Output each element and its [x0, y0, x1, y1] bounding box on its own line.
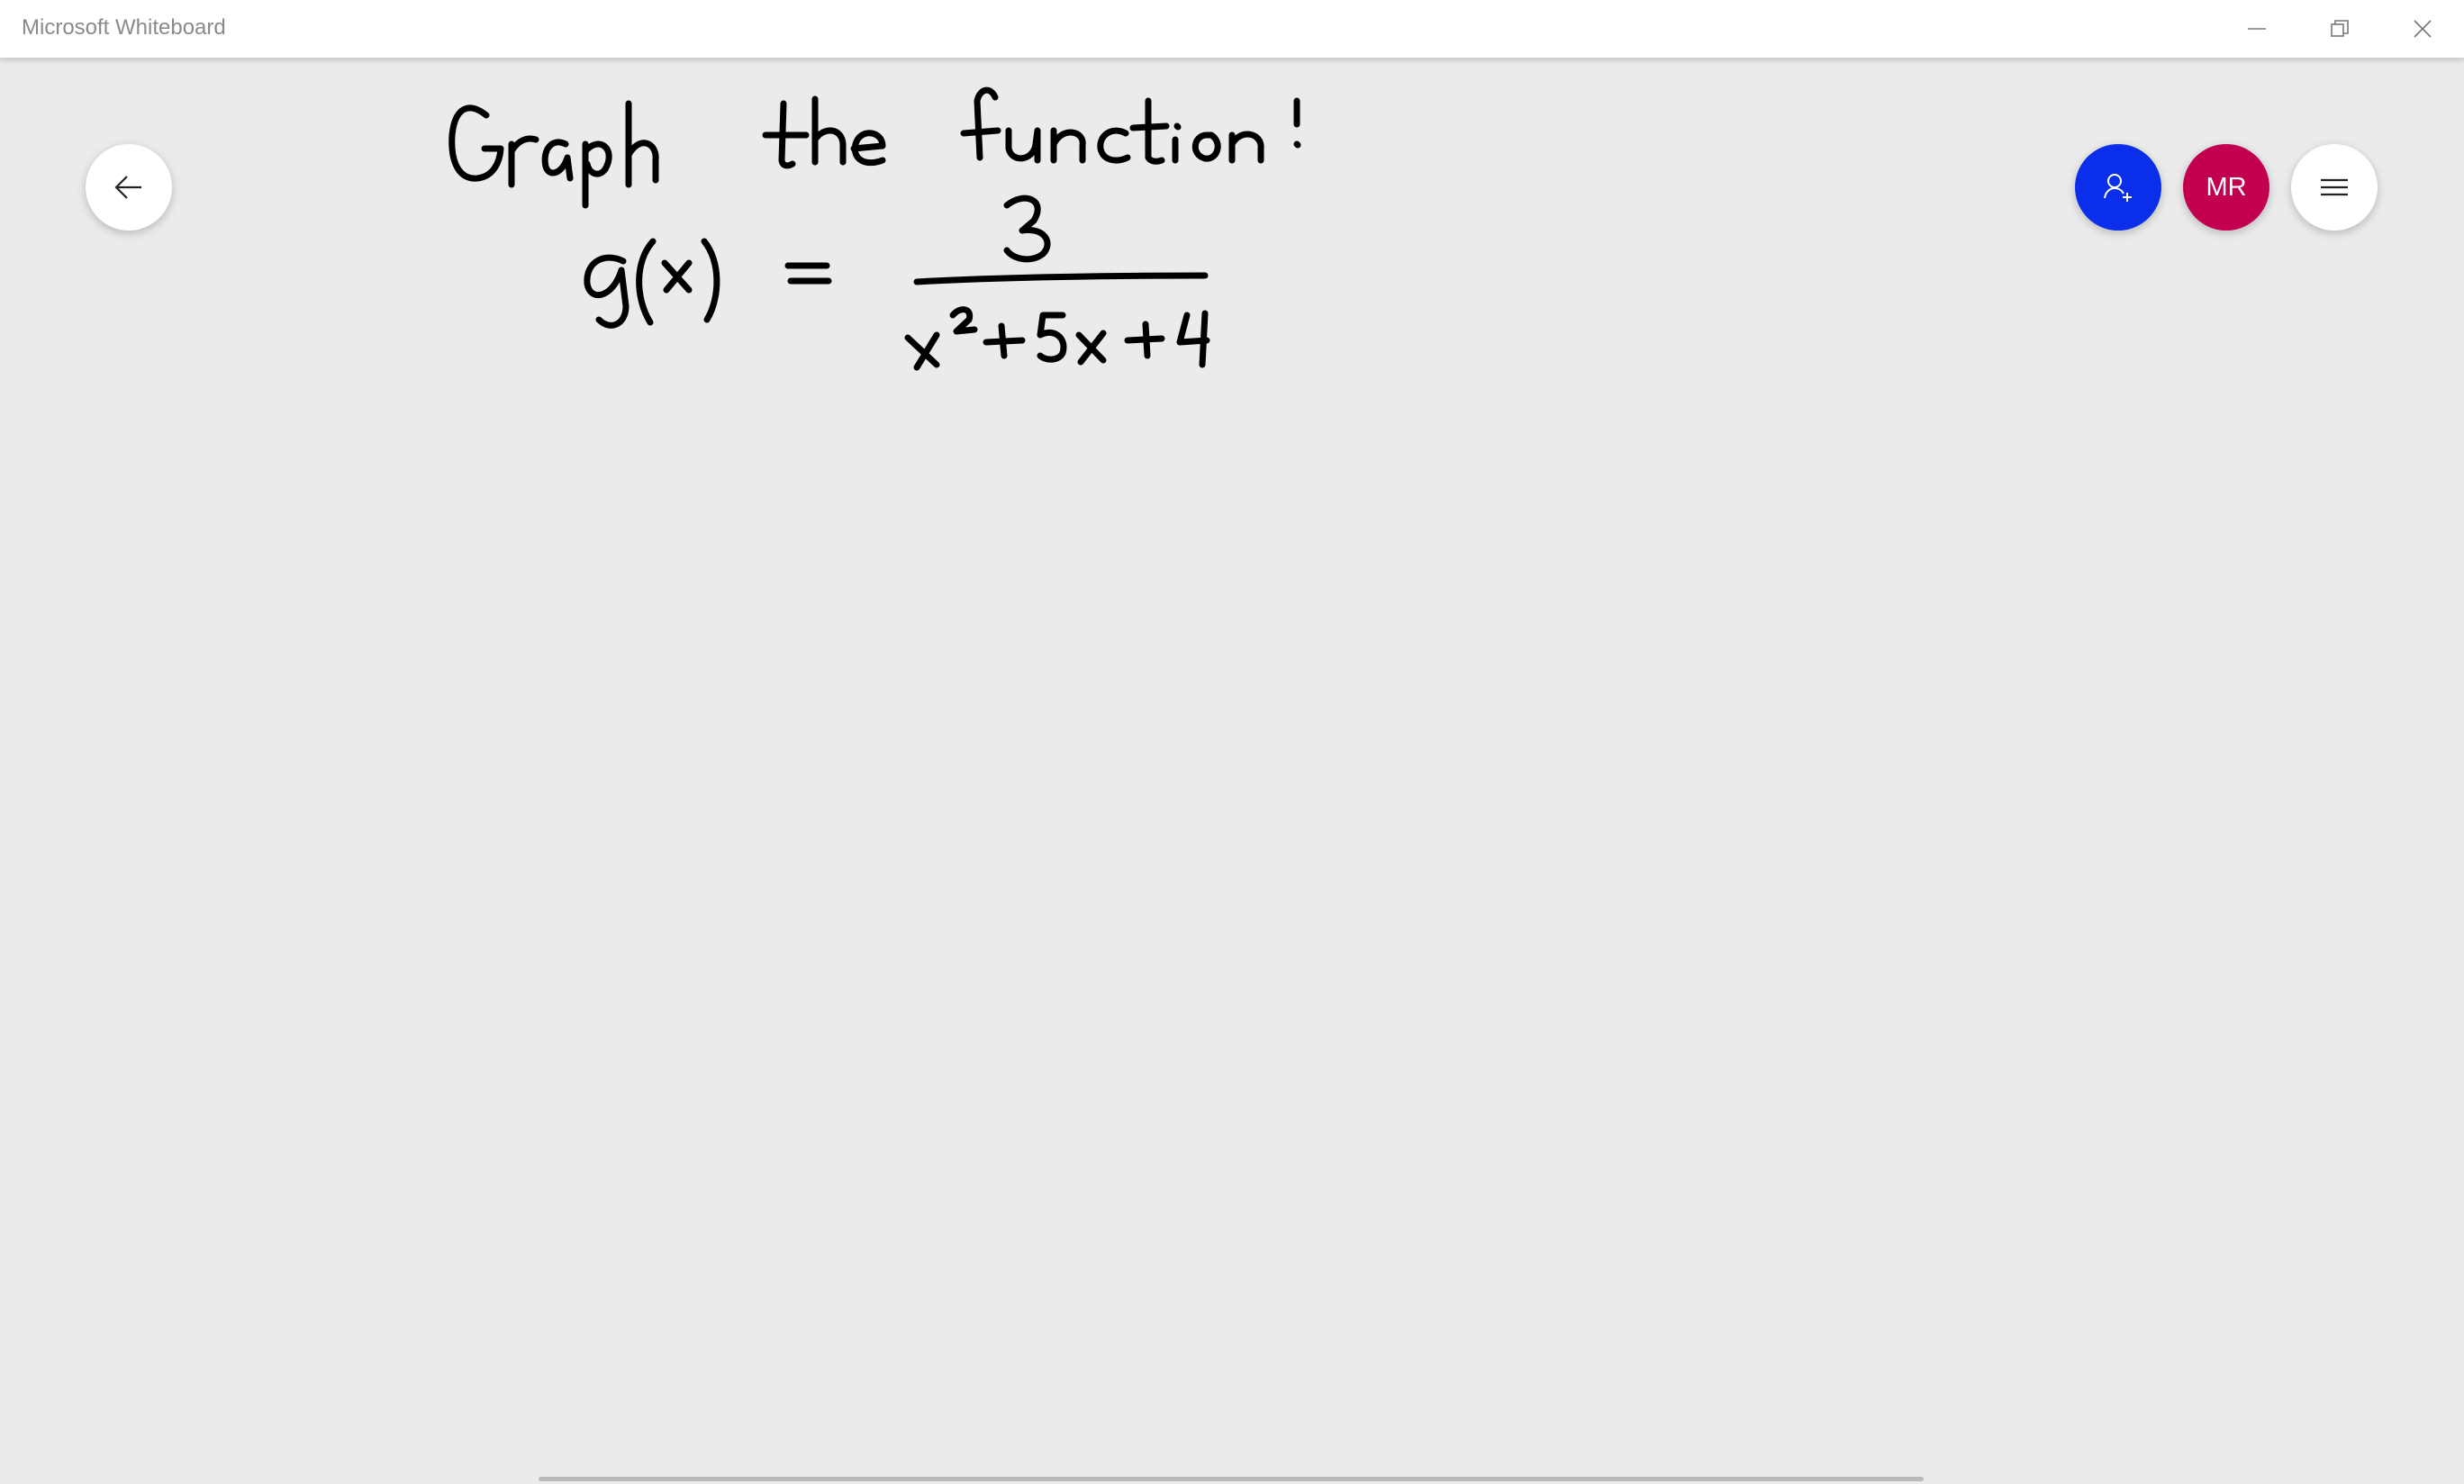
ink-equation-lhs — [584, 238, 832, 329]
hamburger-icon — [2321, 178, 2348, 196]
user-avatar[interactable]: MR — [2183, 144, 2269, 231]
ink-word-the — [762, 95, 886, 169]
back-button[interactable] — [86, 144, 172, 231]
ink-numerator — [1003, 195, 1051, 263]
avatar-initials: MR — [2206, 172, 2247, 202]
arrow-left-icon — [114, 176, 141, 199]
invite-button[interactable] — [2075, 144, 2161, 231]
ink-fraction-bar — [913, 272, 1209, 285]
menu-button[interactable] — [2291, 144, 2378, 231]
ink-word-function — [960, 86, 1301, 165]
ink-denominator — [904, 306, 1210, 371]
horizontal-scrollbar[interactable] — [539, 1477, 1924, 1481]
ink-word-graph — [448, 100, 659, 209]
person-add-icon — [2104, 174, 2132, 202]
